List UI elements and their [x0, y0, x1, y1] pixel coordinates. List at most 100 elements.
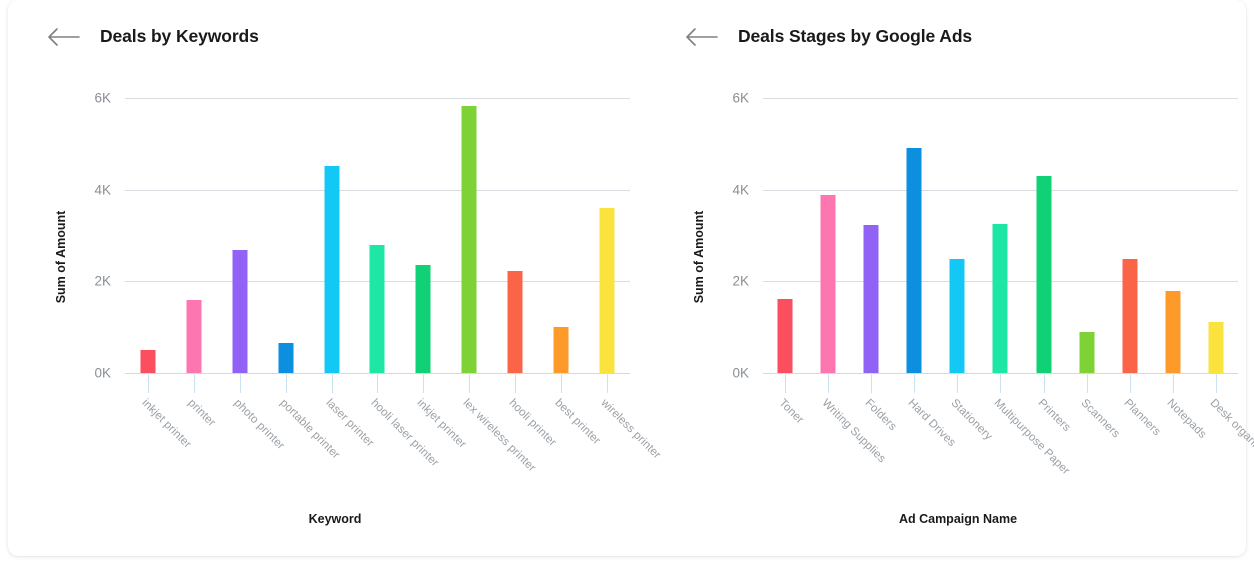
x-axis-tick-mark	[1130, 373, 1132, 393]
bar-slot: inkjet printer	[400, 98, 469, 451]
bar-slot: photo printer	[217, 98, 286, 452]
bar-slot: Writing Supplies	[806, 98, 887, 465]
x-axis-tick-mark	[1216, 373, 1218, 393]
y-axis-tick-label: 2K	[94, 273, 111, 289]
x-axis-tick-mark	[827, 373, 829, 393]
x-axis-title: Keyword	[308, 512, 362, 526]
x-axis-tick-label: best printer	[552, 397, 603, 448]
x-axis-tick-mark	[561, 373, 563, 393]
bar-slot: Toner	[763, 98, 806, 426]
bar[interactable]	[820, 195, 836, 373]
x-axis-tick-mark	[377, 373, 379, 393]
x-axis-tick-label: Toner	[776, 397, 806, 427]
x-axis-tick-mark	[957, 373, 959, 393]
bar[interactable]	[777, 298, 793, 373]
x-axis-tick-mark	[914, 373, 916, 393]
bar[interactable]	[1165, 290, 1181, 373]
y-axis-tick-label: 0K	[732, 365, 749, 381]
x-axis-tick-mark	[1173, 373, 1175, 393]
bar[interactable]	[949, 259, 965, 373]
x-axis-tick-mark	[515, 373, 517, 393]
bar-slot: Desk organizers	[1195, 98, 1254, 465]
panel-deals-by-keywords: Deals by Keywords Sum of Amount 0K 2K 4K 6K…	[30, 0, 663, 556]
x-axis-tick-mark	[1000, 373, 1002, 393]
x-axis-tick-mark	[331, 373, 333, 393]
x-axis-title: Ad Campaign Name	[898, 512, 1018, 526]
bar-slot: Folders	[849, 98, 899, 433]
x-axis-tick-mark	[784, 373, 786, 393]
bar[interactable]	[369, 244, 385, 373]
panel-deals-stages-by-google-ads: Deals Stages by Google Ads Sum of Amount…	[668, 0, 1254, 556]
y-axis-tick-label: 2K	[732, 273, 749, 289]
arrow-left-icon[interactable]	[684, 27, 718, 47]
bar[interactable]	[278, 342, 294, 373]
charts-card: Deals by Keywords Sum of Amount 0K 2K 4K 6K…	[8, 0, 1254, 556]
bar[interactable]	[1079, 331, 1095, 373]
x-axis-tick-mark	[285, 373, 287, 393]
bar[interactable]	[1122, 259, 1138, 373]
bar[interactable]	[863, 224, 879, 373]
bar[interactable]	[186, 299, 202, 373]
x-axis-tick-label: printer	[185, 397, 218, 430]
bar[interactable]	[1036, 175, 1052, 373]
bar-slot: best printer	[538, 98, 603, 447]
bar[interactable]	[232, 250, 248, 373]
x-axis-tick-label: Desk organizers	[1207, 397, 1254, 466]
bar[interactable]	[507, 270, 523, 373]
x-axis-tick-mark	[423, 373, 425, 393]
x-axis-tick-label: Multipurpose Paper	[991, 397, 1073, 478]
bar[interactable]	[324, 165, 340, 373]
bar-slot: Planners	[1108, 98, 1163, 438]
x-axis-tick-label: Stationery	[948, 397, 995, 443]
bar-slot: Scanners	[1065, 98, 1122, 440]
x-axis-tick-label: hooli printer	[506, 397, 559, 449]
bar[interactable]	[415, 265, 431, 373]
bar[interactable]	[599, 208, 615, 373]
bar[interactable]	[553, 327, 569, 373]
x-axis-tick-label: Planners	[1121, 397, 1163, 439]
bar[interactable]	[140, 350, 156, 373]
y-axis-tick-label: 0K	[94, 365, 111, 381]
y-axis-tick-label: 4K	[94, 182, 111, 198]
x-axis-tick-label: Folders	[862, 397, 899, 434]
x-axis-tick-mark	[239, 373, 241, 393]
bar-slot: Hard Drives	[893, 98, 958, 449]
bar-slot: inkjet printer	[125, 98, 193, 451]
bar-slot: Multipurpose Paper	[979, 98, 1072, 477]
bar-slot: hooli printer	[492, 98, 559, 449]
plot-right: 0K 2K 4K 6K Toner Writing Supplies Folders Hard…	[732, 91, 1254, 478]
y-axis-title: Sum of Amount	[692, 210, 706, 304]
bar-slot: lex wireless printer	[446, 98, 538, 474]
chart-area-right: Sum of Amount 0K 2K 4K 6K Toner Writing Suppl…	[668, 80, 1254, 550]
bar[interactable]	[461, 105, 477, 373]
bar[interactable]	[992, 224, 1008, 373]
x-axis-tick-mark	[193, 373, 195, 393]
y-axis-tick-label: 6K	[94, 90, 111, 106]
x-axis-tick-mark	[1086, 373, 1088, 393]
x-axis-tick-label: Notepads	[1164, 397, 1209, 441]
bar[interactable]	[1208, 321, 1224, 373]
x-axis-tick-mark	[469, 373, 471, 393]
bar-slot: Printers	[1022, 98, 1072, 434]
page-title: Deals Stages by Google Ads	[738, 26, 973, 46]
x-axis-tick-mark	[607, 373, 609, 393]
panel-header-right: Deals Stages by Google Ads	[684, 26, 972, 47]
arrow-left-icon[interactable]	[46, 27, 80, 47]
bar-slot: laser printer	[309, 98, 375, 449]
x-axis-tick-mark	[870, 373, 872, 393]
y-axis-title: Sum of Amount	[54, 210, 68, 304]
dashboard-page: Deals by Keywords Sum of Amount 0K 2K 4K 6K…	[0, 0, 1254, 570]
panel-header-left: Deals by Keywords	[46, 26, 259, 47]
bar-slot: Notepads	[1152, 98, 1209, 441]
bar[interactable]	[906, 147, 922, 373]
x-axis-tick-label: wireless printer	[598, 397, 663, 462]
bar-slot: portable printer	[263, 98, 342, 461]
x-axis-tick-mark	[1043, 373, 1045, 393]
y-axis-tick-label: 6K	[732, 90, 749, 106]
x-axis-tick-label: Scanners	[1078, 397, 1122, 441]
page-title: Deals by Keywords	[100, 26, 259, 46]
plot-left: 0K 2K 4K 6K inkjet printer printer photo print…	[94, 91, 662, 475]
y-axis-tick-label: 4K	[732, 182, 749, 198]
bar-slot: printer	[171, 98, 217, 429]
x-axis-tick-label: Printers	[1035, 397, 1073, 435]
